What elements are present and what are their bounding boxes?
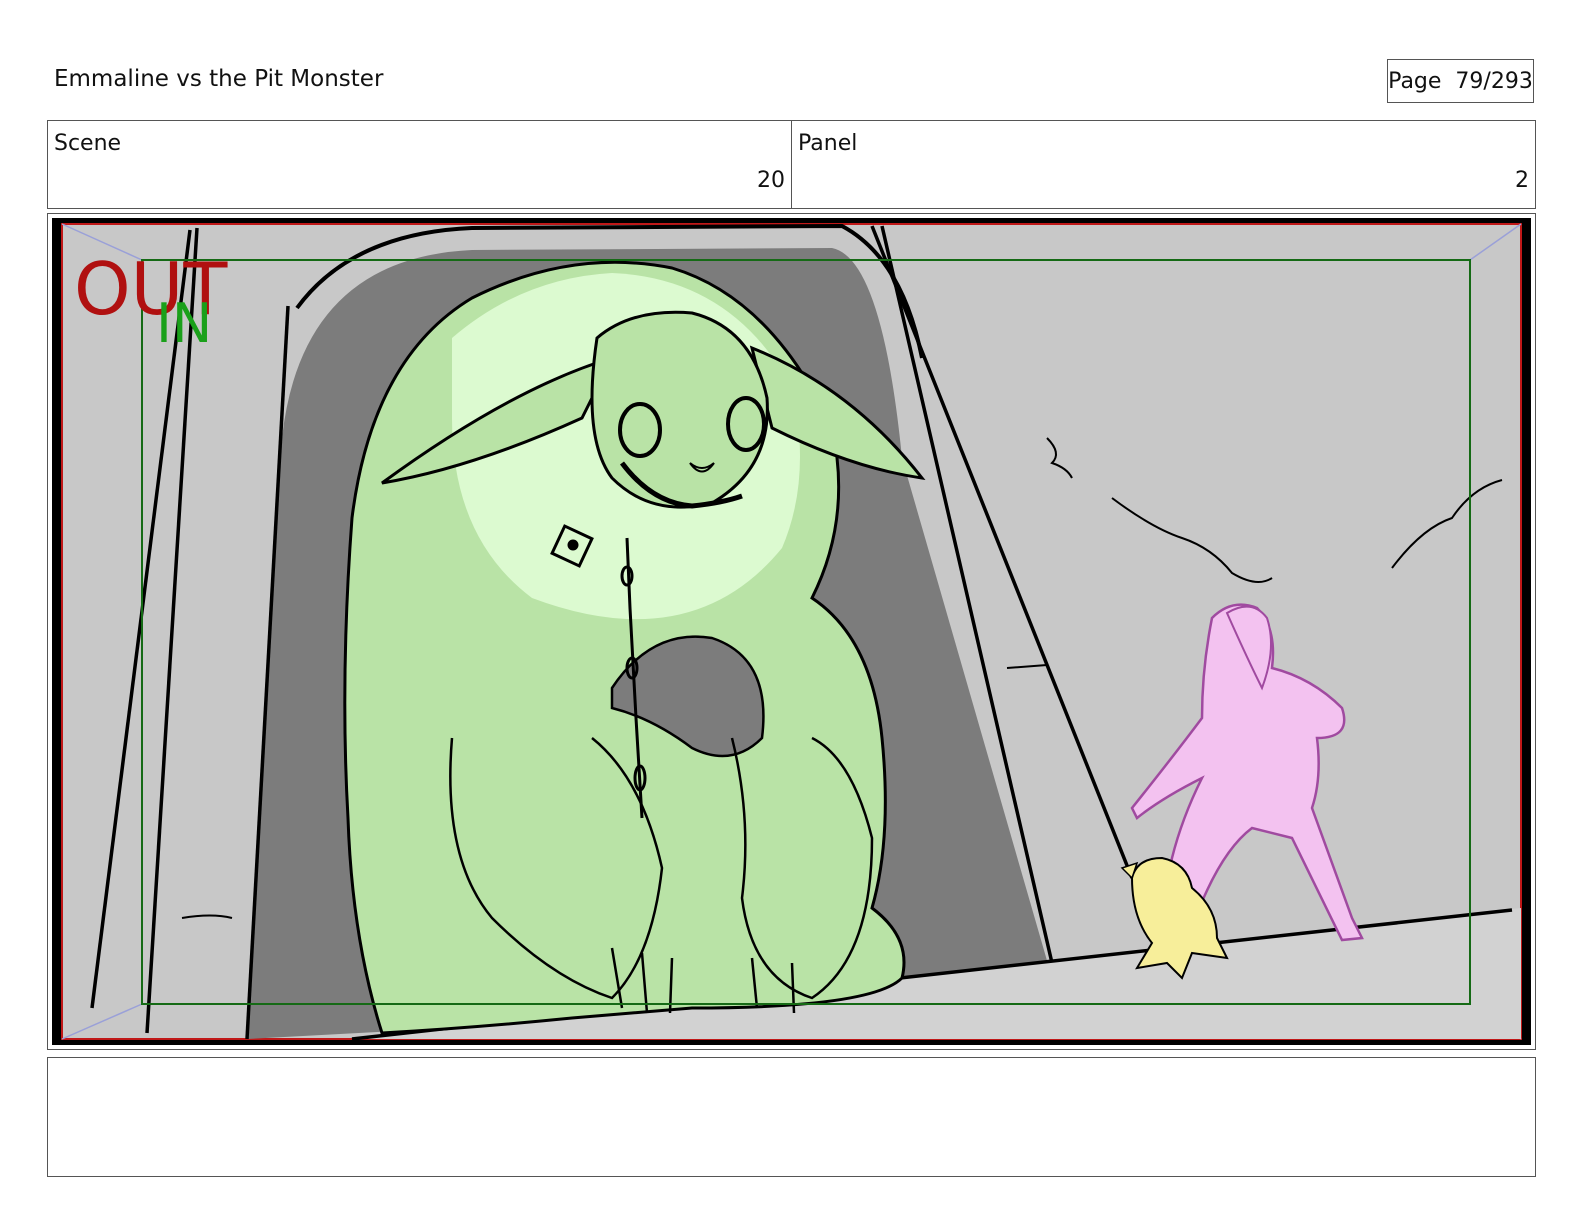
panel-label: Panel — [798, 131, 858, 156]
page-indicator: Page 79/293 — [1387, 59, 1534, 103]
storyboard-frame: OUT IN — [47, 213, 1536, 1050]
document-title: Emmaline vs the Pit Monster — [54, 66, 384, 92]
monster-eye-right — [726, 396, 766, 452]
notes-area[interactable] — [47, 1057, 1536, 1177]
scene-panel-header: Scene 20 Panel 2 — [47, 120, 1536, 209]
panel-number: 2 — [1515, 168, 1529, 193]
scene-label: Scene — [54, 131, 122, 156]
monster-eye-left — [618, 402, 662, 458]
scene-number: 20 — [757, 168, 785, 193]
panel-cell: Panel 2 — [791, 121, 1535, 208]
storyboard-drawing: OUT IN — [52, 218, 1531, 1045]
in-label: IN — [156, 292, 212, 355]
scene-cell: Scene 20 — [48, 121, 791, 208]
